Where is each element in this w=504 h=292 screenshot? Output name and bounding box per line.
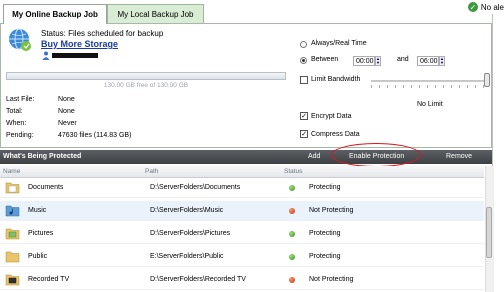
when-label: When: [6, 120, 27, 127]
globe-backup-icon [9, 28, 31, 51]
row-name: Documents [28, 184, 64, 191]
start-time-input[interactable]: 00:00 [353, 56, 375, 66]
table-row[interactable]: Music D:\ServerFolders\Music Not Protect… [0, 201, 484, 221]
bandwidth-slider-thumb[interactable] [484, 73, 490, 87]
folder-pictures-icon [5, 228, 20, 240]
start-time-spinner[interactable]: ▲ ▼ [375, 56, 381, 66]
row-name: Recorded TV [28, 276, 70, 283]
row-status: Protecting [309, 230, 341, 237]
header-name[interactable]: Name [3, 168, 20, 175]
bandwidth-slider-track[interactable] [371, 80, 489, 82]
total-label: Total: [6, 108, 23, 115]
row-path: D:\ServerFolders\Recorded TV [150, 276, 246, 283]
protected-title: What's Being Protected [3, 153, 82, 160]
account-name-redacted [52, 53, 98, 58]
table-row[interactable]: Pictures D:\ServerFolders\Pictures Prote… [0, 224, 484, 244]
highlight-annotation [331, 143, 421, 167]
header-path[interactable]: Path [145, 168, 158, 175]
row-status: Protecting [309, 253, 341, 260]
row-path: D:\ServerFolders\Pictures [150, 230, 231, 237]
row-status: Not Protecting [309, 207, 354, 214]
end-time-spinner[interactable]: ▲ ▼ [439, 56, 445, 66]
row-path: E:\ServerFolders\Public [150, 253, 224, 260]
encrypt-checkbox[interactable]: ✓ [300, 112, 308, 120]
end-time-input[interactable]: 06:00 [417, 56, 439, 66]
storage-progress-text: 130.00 GB free of 130.00 GB [103, 82, 189, 89]
user-icon [42, 51, 50, 60]
row-status: Protecting [309, 184, 341, 191]
table-row[interactable]: Public E:\ServerFolders\Public Protectin… [0, 247, 484, 267]
table-row[interactable]: Recorded TV D:\ServerFolders\Recorded TV… [0, 270, 484, 290]
always-radio[interactable] [300, 41, 307, 48]
buy-more-storage-link[interactable]: Buy More Storage [41, 39, 118, 49]
folder-public-icon [5, 251, 20, 263]
row-name: Pictures [28, 230, 54, 237]
row-name: Public [28, 253, 48, 260]
row-path: D:\ServerFolders\Music [150, 207, 224, 214]
between-label: Between [311, 56, 339, 63]
check-circle-icon: ✓ [467, 2, 478, 12]
alerts-label: No ale [480, 2, 504, 12]
always-label: Always/Real Time [311, 40, 367, 47]
last-file-value: None [58, 96, 75, 103]
limit-bandwidth-label: Limit Bandwidth [311, 76, 361, 83]
compress-label: Compress Data [311, 131, 360, 138]
row-status: Not Protecting [309, 276, 354, 283]
status-red-icon [289, 277, 295, 283]
tab-online-backup[interactable]: My Online Backup Job [3, 4, 107, 24]
and-label: and [397, 56, 409, 63]
remove-button[interactable]: Remove [446, 153, 472, 160]
table-scrollbar-thumb[interactable] [486, 207, 492, 258]
row-path: D:\ServerFolders\Documents [150, 184, 241, 191]
when-value: Never [58, 120, 77, 127]
table-header: Name Path Status [0, 166, 484, 178]
pending-label: Pending: [6, 132, 34, 139]
storage-progress-bar [6, 72, 286, 80]
row-name: Music [28, 207, 47, 214]
alerts-indicator[interactable]: ✓ No ale [467, 0, 504, 14]
last-file-label: Last File: [6, 96, 35, 103]
header-status[interactable]: Status [284, 168, 302, 175]
encrypt-label: Encrypt Data [311, 113, 352, 120]
status-green-icon [289, 185, 295, 191]
table-row[interactable]: Documents D:\ServerFolders\Documents Pro… [0, 178, 484, 198]
bandwidth-slider-ticks [371, 85, 489, 88]
add-button[interactable]: Add [308, 153, 320, 160]
tab-local-backup[interactable]: My Local Backup Job [107, 4, 204, 23]
status-green-icon [289, 254, 295, 260]
pending-value: 47630 files (114.83 GB) [58, 132, 132, 139]
between-radio[interactable] [300, 57, 307, 64]
compress-checkbox[interactable]: ✓ [300, 130, 308, 138]
status-text: Status: Files scheduled for backup [41, 29, 164, 38]
bandwidth-value: No Limit [417, 101, 443, 108]
folder-tv-icon [5, 274, 20, 286]
limit-bandwidth-checkbox[interactable] [300, 76, 308, 84]
total-value: None [58, 108, 75, 115]
folder-music-icon [5, 205, 20, 217]
folder-documents-icon [5, 182, 20, 194]
status-red-icon [289, 208, 295, 214]
status-green-icon [289, 231, 295, 237]
